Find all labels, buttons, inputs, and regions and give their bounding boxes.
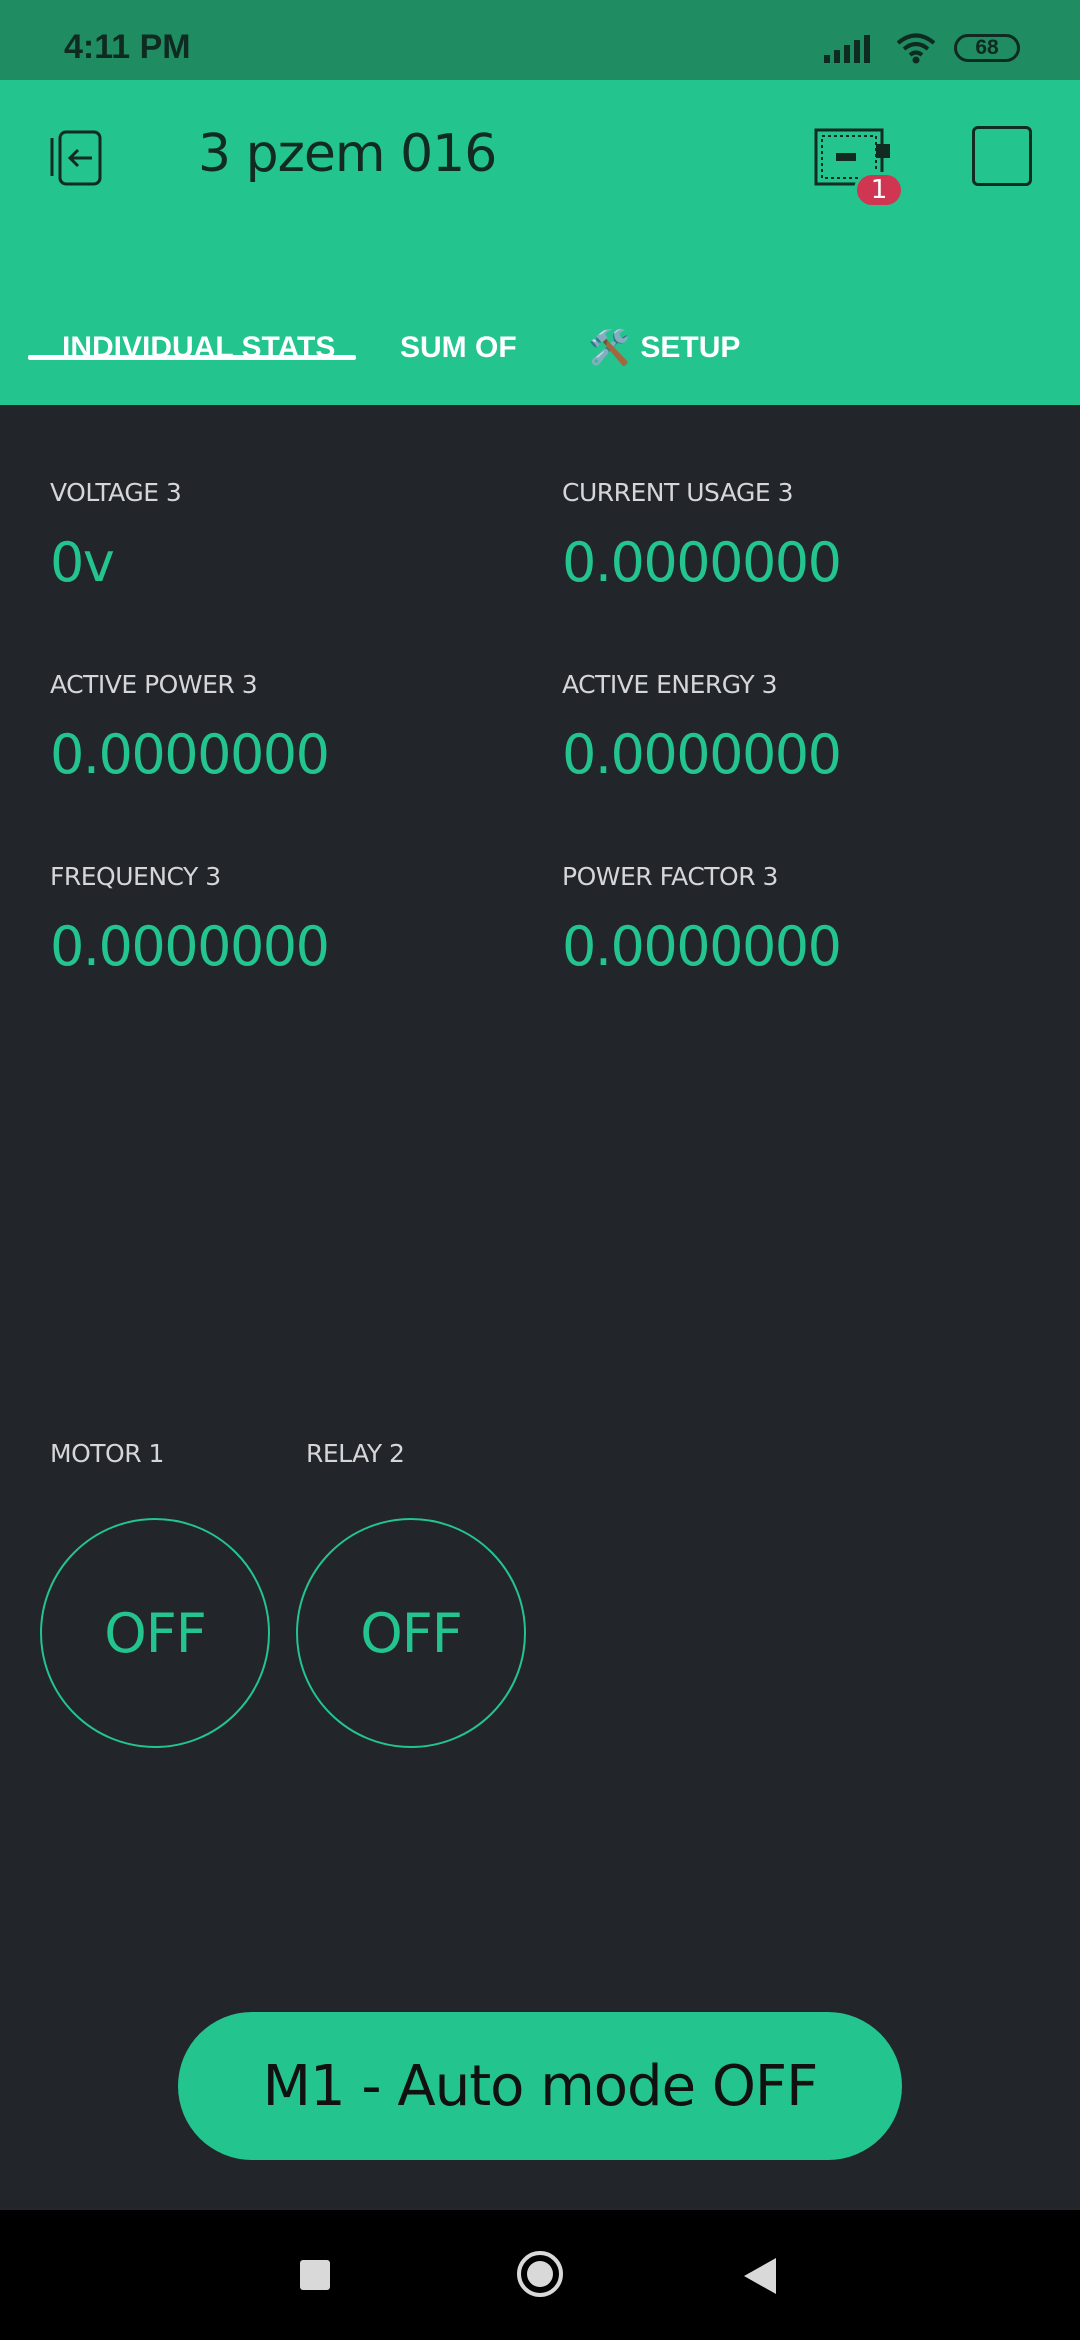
tools-icon: 🛠️: [588, 329, 631, 367]
metric-active-energy: ACTIVE ENERGY 3 0.0000000: [562, 670, 842, 786]
metric-label: ACTIVE ENERGY 3: [562, 670, 778, 699]
metric-value: 0v: [50, 531, 115, 594]
metric-power-factor: POWER FACTOR 3 0.0000000: [562, 862, 842, 978]
metric-label: FREQUENCY 3: [50, 862, 221, 891]
back-icon[interactable]: [44, 124, 110, 190]
status-icons: 68: [824, 30, 1020, 66]
metric-value: 0.0000000: [562, 915, 842, 978]
metric-label: VOLTAGE 3: [50, 478, 182, 507]
metric-label: ACTIVE POWER 3: [50, 670, 258, 699]
square-icon[interactable]: [972, 126, 1032, 186]
metric-value: 0.0000000: [562, 723, 842, 786]
metric-value: 0.0000000: [50, 915, 330, 978]
metric-voltage: VOLTAGE 3 0v: [50, 478, 182, 594]
tab-label: SETUP: [640, 331, 741, 364]
recent-apps-icon[interactable]: [300, 2260, 330, 2290]
metric-label: POWER FACTOR 3: [562, 862, 778, 891]
system-nav-bar: [0, 2210, 1080, 2340]
metric-current-usage: CURRENT USAGE 3 0.0000000: [562, 478, 842, 594]
metric-value: 0.0000000: [562, 531, 842, 594]
auto-mode-button[interactable]: M1 - Auto mode OFF: [178, 2012, 902, 2160]
tab-label: SUM OF: [400, 331, 517, 364]
status-bar: 4:11 PM 68: [0, 0, 1080, 80]
tab-setup[interactable]: 🛠️ SETUP: [588, 298, 740, 398]
home-icon[interactable]: [516, 2250, 564, 2298]
wifi-icon: [896, 32, 936, 64]
relay-2-label: RELAY 2: [306, 1439, 405, 1468]
back-triangle-icon[interactable]: [742, 2256, 778, 2296]
metric-active-power: ACTIVE POWER 3 0.0000000: [50, 670, 330, 786]
metric-label: CURRENT USAGE 3: [562, 478, 794, 507]
tab-selected-indicator: [28, 355, 356, 360]
tab-sum-of[interactable]: SUM OF: [400, 298, 517, 398]
relay-2-button[interactable]: OFF: [296, 1518, 526, 1748]
metric-frequency: FREQUENCY 3 0.0000000: [50, 862, 330, 978]
battery-icon: 68: [954, 34, 1020, 62]
motor-1-button[interactable]: OFF: [40, 1518, 270, 1748]
app-title: 3 pzem 016: [198, 124, 497, 184]
metric-value: 0.0000000: [50, 723, 330, 786]
notification-badge: 1: [854, 172, 904, 208]
tab-bar: INDIVIDUAL STATS SUM OF 🛠️ SETUP: [0, 298, 1080, 405]
tab-individual-stats[interactable]: INDIVIDUAL STATS: [62, 298, 335, 398]
signal-icon: [824, 33, 874, 63]
status-time: 4:11 PM: [64, 28, 191, 66]
motor-1-label: MOTOR 1: [50, 1439, 164, 1468]
